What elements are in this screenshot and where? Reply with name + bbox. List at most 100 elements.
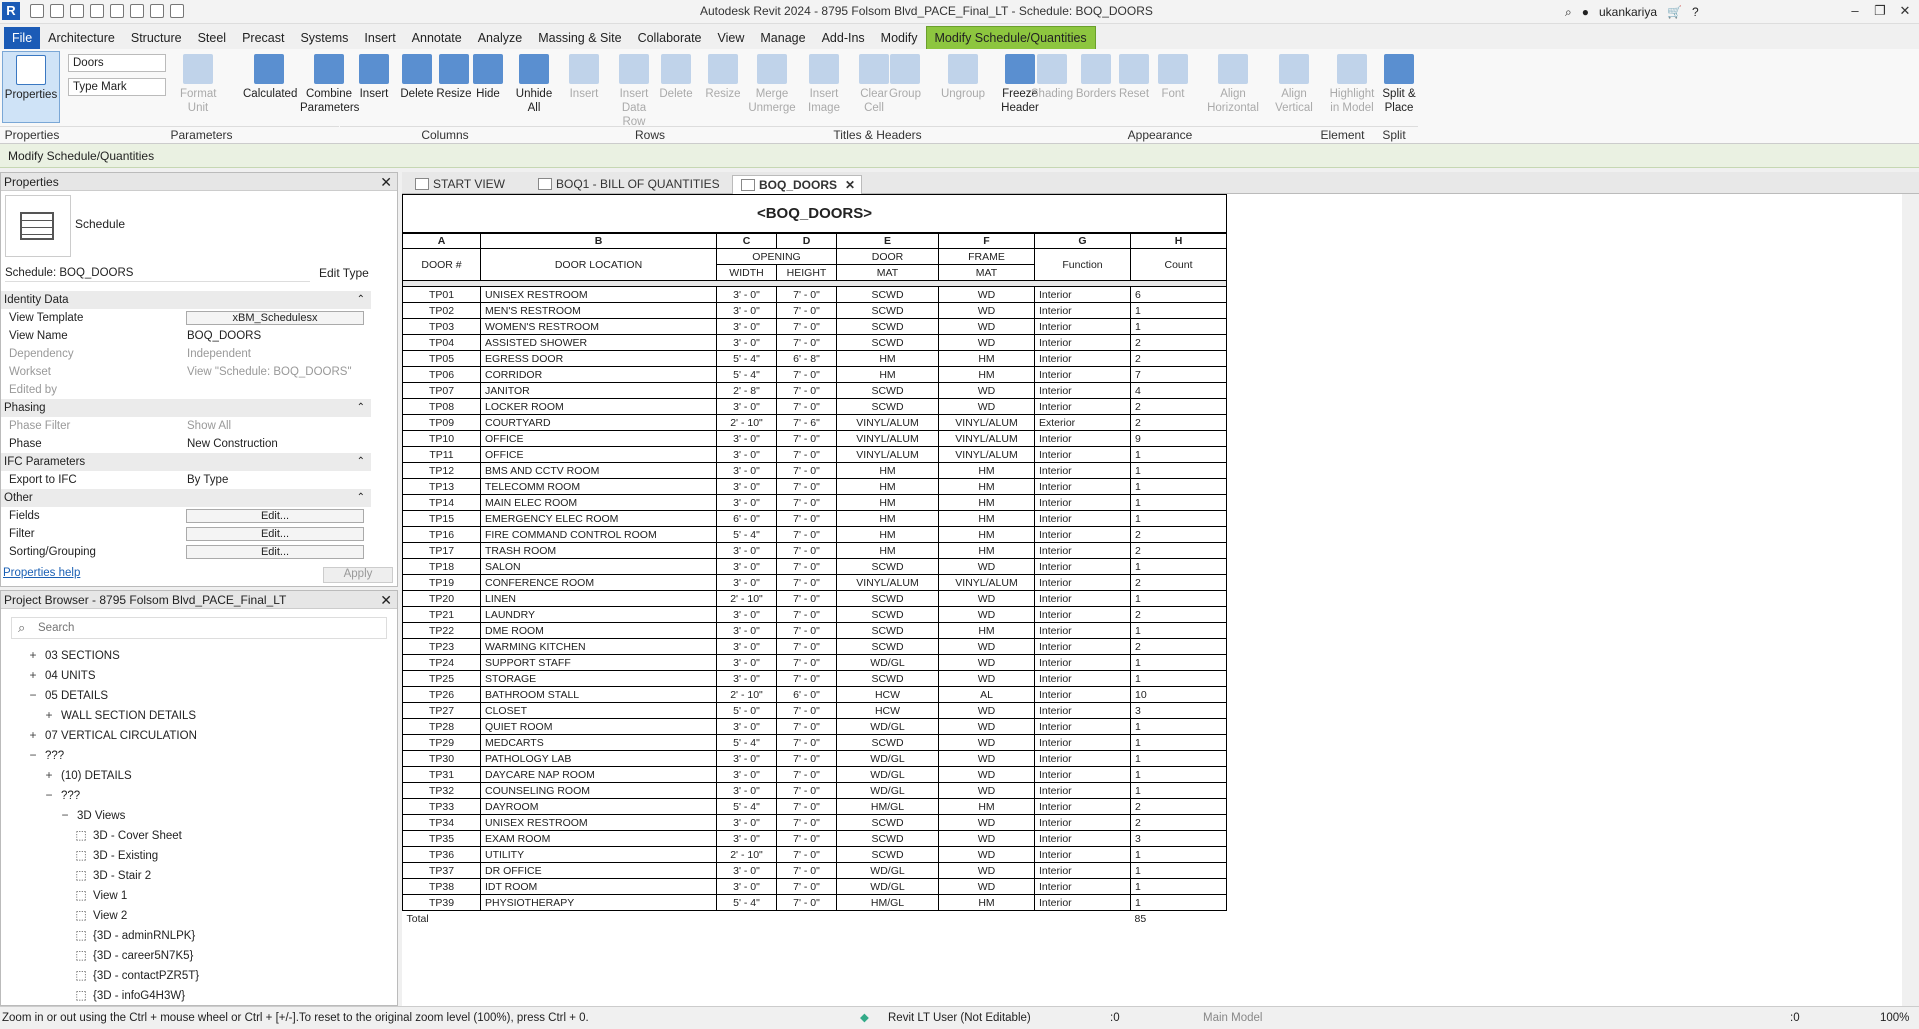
cell-frame-mat[interactable]: WD [938,302,1035,319]
cell-door-location[interactable]: UNISEX RESTROOM [480,286,717,303]
browser-item[interactable]: −3D Views [59,807,125,823]
cell-height[interactable]: 7' - 0" [776,302,837,319]
menu-structure[interactable]: Structure [123,27,190,49]
cell-door-mat[interactable]: SCWD [836,670,939,687]
cell-count[interactable]: 1 [1130,862,1227,879]
menu-modify[interactable]: Modify [873,27,926,49]
cell-height[interactable]: 7' - 0" [776,446,837,463]
cell-door-mat[interactable]: HM [836,366,939,383]
cell-width[interactable]: 3' - 0" [716,750,777,767]
cell-width[interactable]: 2' - 10" [716,846,777,863]
table-row[interactable]: TP01 UNISEX RESTROOM 3' - 0" 7' - 0" SCWD WD I… [402,286,1227,303]
cell-door-mat[interactable]: WD/GL [836,862,939,879]
cell-count[interactable]: 3 [1130,830,1227,847]
cell-frame-mat[interactable]: WD [938,318,1035,335]
cell-frame-mat[interactable]: WD [938,590,1035,607]
ribbon-insert-image-button[interactable]: Insert Image [800,51,848,123]
table-row[interactable]: TP20 LINEN 2' - 10" 7' - 0" SCWD WD Interior 1 [402,590,1227,607]
cell-function[interactable]: Interior [1034,846,1131,863]
browser-item[interactable]: +04 UNITS [27,667,95,683]
collapse-icon[interactable]: − [43,787,55,803]
cell-door-mat[interactable]: SCWD [836,638,939,655]
cell-door-number[interactable]: TP27 [402,702,481,719]
browser-item[interactable]: −??? [43,787,80,803]
cell-height[interactable]: 7' - 0" [776,878,837,895]
browser-item[interactable]: ⬚ {3D - adminRNLPK} [75,927,195,943]
header-door-location[interactable]: DOOR LOCATION [480,248,717,281]
user-icon[interactable]: ● [1582,5,1589,19]
collapse-icon[interactable]: ⌃ [357,399,365,417]
cell-door-number[interactable]: TP38 [402,878,481,895]
cell-door-location[interactable]: SALON [480,558,717,575]
cell-width[interactable]: 3' - 0" [716,638,777,655]
cell-door-number[interactable]: TP02 [402,302,481,319]
cell-frame-mat[interactable]: WD [938,830,1035,847]
open-icon[interactable] [50,4,64,18]
cell-door-location[interactable]: JANITOR [480,382,717,399]
cell-height[interactable]: 7' - 0" [776,590,837,607]
cell-height[interactable]: 7' - 0" [776,750,837,767]
expand-icon[interactable]: + [27,727,39,743]
cell-count[interactable]: 9 [1130,430,1227,447]
help-icon[interactable]: ? [1692,5,1699,19]
cell-door-number[interactable]: TP28 [402,718,481,735]
cell-width[interactable]: 3' - 0" [716,814,777,831]
cell-door-mat[interactable]: SCWD [836,302,939,319]
cell-function[interactable]: Interior [1034,782,1131,799]
cell-function[interactable]: Interior [1034,574,1131,591]
ribbon-hide-button[interactable]: Hide [472,51,504,123]
cell-door-location[interactable]: OFFICE [480,430,717,447]
table-row[interactable]: TP31 DAYCARE NAP ROOM 3' - 0" 7' - 0" WD/GL W… [402,766,1227,783]
cell-frame-mat[interactable]: WD [938,638,1035,655]
cell-count[interactable]: 10 [1130,686,1227,703]
ribbon-resize-button[interactable]: Resize [434,51,474,123]
expand-icon[interactable]: + [43,767,55,783]
browser-item[interactable]: +07 VERTICAL CIRCULATION [27,727,196,743]
cell-door-location[interactable]: CONFERENCE ROOM [480,574,717,591]
cell-count[interactable]: 2 [1130,542,1227,559]
cell-count[interactable]: 1 [1130,462,1227,479]
cell-door-number[interactable]: TP12 [402,462,481,479]
cell-frame-mat[interactable]: WD [938,558,1035,575]
cell-function[interactable]: Interior [1034,686,1131,703]
cell-width[interactable]: 3' - 0" [716,862,777,879]
cell-door-location[interactable]: UNISEX RESTROOM [480,814,717,831]
cell-function[interactable]: Interior [1034,398,1131,415]
cell-door-number[interactable]: TP34 [402,814,481,831]
cell-function[interactable]: Interior [1034,430,1131,447]
cell-door-location[interactable]: QUIET ROOM [480,718,717,735]
table-row[interactable]: TP18 SALON 3' - 0" 7' - 0" SCWD WD Interior 1 [402,558,1227,575]
cell-frame-mat[interactable]: WD [938,782,1035,799]
table-row[interactable]: TP28 QUIET ROOM 3' - 0" 7' - 0" WD/GL WD Inter… [402,718,1227,735]
property-value[interactable]: BOQ_DOORS [187,327,261,345]
cell-count[interactable]: 7 [1130,366,1227,383]
instance-select[interactable]: Schedule: BOQ_DOORS [5,264,310,282]
table-row[interactable]: TP09 COURTYARD 2' - 10" 7' - 6" VINYL/ALUM VI… [402,414,1227,431]
ribbon-delete-button[interactable]: Delete [398,51,436,123]
cell-width[interactable]: 3' - 0" [716,446,777,463]
cell-door-mat[interactable]: VINYL/ALUM [836,574,939,591]
cell-height[interactable]: 7' - 0" [776,798,837,815]
cell-count[interactable]: 1 [1130,670,1227,687]
cell-door-location[interactable]: EXAM ROOM [480,830,717,847]
cell-width[interactable]: 3' - 0" [716,782,777,799]
collapse-icon[interactable]: ⌃ [357,291,365,309]
table-row[interactable]: TP15 EMERGENCY ELEC ROOM 6' - 0" 7' - 0" HM H… [402,510,1227,527]
cell-width[interactable]: 3' - 0" [716,430,777,447]
cell-door-location[interactable]: EMERGENCY ELEC ROOM [480,510,717,527]
cell-door-location[interactable]: BMS AND CCTV ROOM [480,462,717,479]
cell-width[interactable]: 5' - 4" [716,350,777,367]
cell-door-mat[interactable]: SCWD [836,382,939,399]
table-row[interactable]: TP13 TELECOMM ROOM 3' - 0" 7' - 0" HM HM Inter… [402,478,1227,495]
cell-count[interactable]: 2 [1130,414,1227,431]
cell-door-location[interactable]: OFFICE [480,446,717,463]
cell-width[interactable]: 3' - 0" [716,654,777,671]
cell-frame-mat[interactable]: HM [938,350,1035,367]
menu-analyze[interactable]: Analyze [470,27,530,49]
cell-function[interactable]: Interior [1034,670,1131,687]
ribbon-split-place-button[interactable]: Split & Place [1375,51,1423,123]
cell-door-mat[interactable]: SCWD [836,830,939,847]
properties-button[interactable]: Properties [2,51,60,123]
cell-door-mat[interactable]: HM [836,478,939,495]
cell-function[interactable]: Interior [1034,286,1131,303]
